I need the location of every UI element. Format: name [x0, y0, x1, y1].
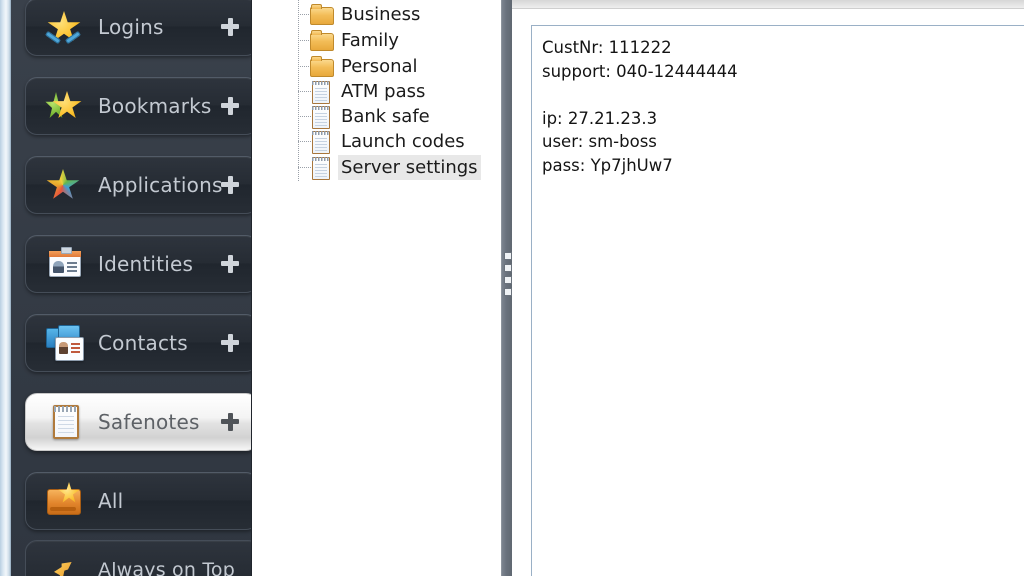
window-left-edge: [0, 0, 11, 576]
add-safenote-button[interactable]: [221, 413, 239, 431]
add-bookmark-button[interactable]: [221, 97, 239, 115]
tree-item-label: Personal: [341, 56, 418, 77]
sidebar-item-identities[interactable]: Identities: [25, 235, 251, 293]
splitter-grip-dot: [504, 264, 512, 272]
sidebar-item-safenotes[interactable]: Safenotes: [25, 393, 251, 451]
star-multicolor-icon: [44, 165, 84, 205]
star-bookmark-icon: [44, 86, 84, 126]
panel-top-strip: [512, 0, 1024, 9]
sidebar-item-applications[interactable]: Applications: [25, 156, 251, 214]
sidebar-item-label: Applications: [98, 173, 223, 197]
splitter-grip-dot: [504, 288, 512, 296]
note-icon: [310, 131, 332, 154]
sidebar-item-logins[interactable]: Logins: [25, 0, 251, 56]
sidebar-item-label: Logins: [98, 15, 164, 39]
note-content[interactable]: CustNr: 111222 support: 040-12444444 ip:…: [542, 36, 1018, 177]
note-detail-panel: CustNr: 111222 support: 040-12444444 ip:…: [512, 0, 1024, 576]
splitter-grip-dot: [504, 276, 512, 284]
notes-tree-panel[interactable]: Business Family Personal ATM pass Bank s…: [252, 0, 501, 576]
add-application-button[interactable]: [221, 176, 239, 194]
tree-item-label: ATM pass: [341, 81, 426, 102]
sidebar-item-label: All: [98, 489, 124, 513]
contacts-card-icon: [44, 323, 84, 363]
pin-icon: [44, 550, 84, 576]
star-key-icon: [44, 7, 84, 47]
application-window: Logins Bookmarks Applications Identities…: [0, 0, 1024, 576]
add-contact-button[interactable]: [221, 334, 239, 352]
add-login-button[interactable]: [221, 18, 239, 36]
folder-icon: [310, 4, 334, 25]
id-badge-icon: [44, 244, 84, 284]
tree-item-label: Business: [341, 4, 421, 25]
sidebar-item-all[interactable]: All: [25, 472, 251, 530]
splitter-grip-dot: [504, 252, 512, 260]
note-icon: [310, 81, 332, 104]
category-sidebar: Logins Bookmarks Applications Identities…: [11, 0, 252, 576]
add-identity-button[interactable]: [221, 255, 239, 273]
sidebar-item-label: Contacts: [98, 331, 188, 355]
always-on-top-label: Always on Top: [98, 559, 236, 576]
sidebar-item-bookmarks[interactable]: Bookmarks: [25, 77, 251, 135]
sidebar-item-contacts[interactable]: Contacts: [25, 314, 251, 372]
sidebar-item-label: Safenotes: [98, 410, 200, 434]
note-icon: [310, 106, 332, 129]
folder-icon: [310, 30, 334, 51]
note-text-editor[interactable]: CustNr: 111222 support: 040-12444444 ip:…: [531, 25, 1024, 576]
always-on-top-toggle[interactable]: Always on Top: [25, 540, 251, 576]
note-icon: [310, 157, 332, 180]
all-folder-star-icon: [44, 481, 84, 521]
notepad-icon: [44, 402, 84, 442]
tree-item-label: Family: [341, 30, 399, 51]
sidebar-item-label: Bookmarks: [98, 94, 212, 118]
sidebar-item-label: Identities: [98, 252, 194, 276]
folder-icon: [310, 56, 334, 77]
tree-item-label: Launch codes: [341, 131, 465, 152]
tree-item-label: Server settings: [338, 155, 481, 180]
tree-item-label: Bank safe: [341, 106, 430, 127]
